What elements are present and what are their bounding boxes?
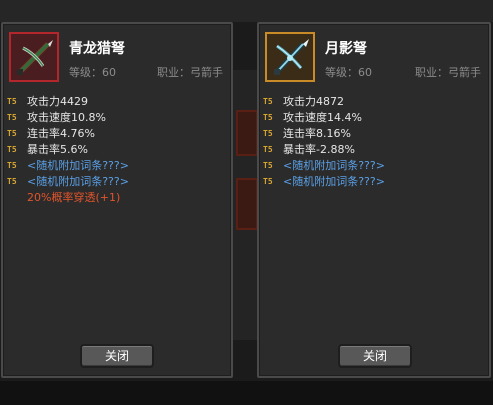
item-stats: T5 攻击力4872 T5 攻击速度14.4% T5 连击率8.16% T5 暴… [263,94,483,190]
stat-row: T5 <随机附加词条???> [263,174,483,190]
stat-row: T5 暴击率5.6% [7,142,227,158]
stat-row: T5 <随机附加词条???> [7,174,227,190]
background-decoration [236,178,258,230]
random-affix: <随机附加词条???> [27,159,129,172]
item-name: 青龙猎弩 [69,41,125,57]
random-affix: <随机附加词条???> [283,159,385,172]
stat-combo-rate: 连击率4.76% [27,127,95,140]
close-button[interactable]: 关闭 [338,344,412,368]
tier-tag: T5 [263,97,273,106]
crossbow-icon [265,32,315,82]
crossbow-icon [9,32,59,82]
tier-tag: T5 [7,177,17,186]
tier-tag: T5 [263,177,273,186]
tier-tag: T5 [263,145,273,154]
tier-tag: T5 [7,161,17,170]
tier-tag: T5 [7,129,17,138]
item-tooltip-right: 月影弩 等级：60 职业：弓箭手 T5 攻击力4872 T5 攻击速度14.4%… [257,22,491,378]
tier-tag: T5 [263,113,273,122]
stat-row: T5 连击率4.76% [7,126,227,142]
close-button[interactable]: 关闭 [80,344,154,368]
stat-attack-speed: 攻击速度10.8% [27,111,106,124]
item-tooltip-left: 青龙猎弩 等级：60 职业：弓箭手 T5 攻击力4429 T5 攻击速度10.8… [1,22,233,378]
stat-crit-rate: 暴击率-2.88% [283,143,355,156]
tier-tag: T5 [7,113,17,122]
random-affix: <随机附加词条???> [27,175,129,188]
stat-row: T5 攻击速度10.8% [7,110,227,126]
stat-row: T5 <随机附加词条???> [7,158,227,174]
tier-tag: T5 [263,129,273,138]
item-name: 月影弩 [325,41,367,57]
game-scene: 青龙猎弩 等级：60 职业：弓箭手 T5 攻击力4429 T5 攻击速度10.8… [0,0,493,405]
stat-attack: 攻击力4872 [283,95,344,108]
item-class: 职业：弓箭手 [415,66,481,79]
item-level: 等级：60 [325,66,372,79]
stat-row: T5 连击率8.16% [263,126,483,142]
stat-combo-rate: 连击率8.16% [283,127,351,140]
stat-row: T5 攻击力4429 [7,94,227,110]
stat-crit-rate: 暴击率5.6% [27,143,88,156]
stat-row: T5 暴击率-2.88% [263,142,483,158]
stat-attack-speed: 攻击速度14.4% [283,111,362,124]
stat-row: 20%概率穿透(+1) [7,190,227,206]
stat-row: T5 攻击速度14.4% [263,110,483,126]
item-class: 职业：弓箭手 [157,66,223,79]
item-stats: T5 攻击力4429 T5 攻击速度10.8% T5 连击率4.76% T5 暴… [7,94,227,206]
background-bottom-bar [0,381,493,405]
background-decoration [236,110,258,156]
stat-attack: 攻击力4429 [27,95,88,108]
stat-row: T5 <随机附加词条???> [263,158,483,174]
tier-tag: T5 [7,145,17,154]
tier-tag: T5 [263,161,273,170]
tier-tag: T5 [7,97,17,106]
stat-row: T5 攻击力4872 [263,94,483,110]
item-level: 等级：60 [69,66,116,79]
background-top-bar [0,0,493,22]
bonus-effect: 20%概率穿透(+1) [27,191,121,204]
random-affix: <随机附加词条???> [283,175,385,188]
